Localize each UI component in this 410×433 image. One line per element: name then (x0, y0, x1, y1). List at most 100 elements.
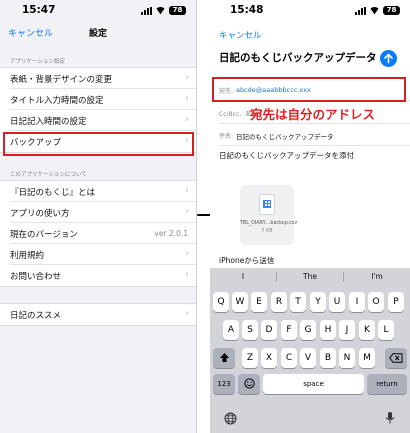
settings-item-label: お問い合わせ (10, 272, 62, 282)
backup-highlight-box (3, 132, 194, 156)
settings-item-label: 利用規約 (10, 251, 45, 261)
key-l[interactable]: L (378, 320, 394, 340)
subject-input[interactable]: 日記のもくじバックアップデータ (236, 131, 334, 141)
key-y[interactable]: Y (310, 292, 326, 312)
key-w[interactable]: W (232, 292, 248, 312)
suggestion-3[interactable]: I'm (344, 272, 410, 281)
settings-item-label: 現在のバージョン (10, 230, 78, 240)
chevron-right-icon: › (185, 93, 189, 104)
key-h[interactable]: H (320, 320, 336, 340)
emoji-key[interactable] (238, 374, 260, 394)
suggestion-1[interactable]: I (210, 272, 276, 281)
status-time: 15:47 (22, 4, 56, 16)
key-m[interactable]: M (359, 348, 375, 368)
delete-key[interactable] (385, 348, 407, 368)
settings-item-entry-time[interactable]: 日記記入時間の設定 › (10, 110, 196, 131)
shift-icon (219, 353, 229, 362)
key-q[interactable]: Q (213, 292, 229, 312)
keyboard-bottom-bar (210, 404, 410, 433)
battery-icon: 78 (169, 6, 186, 15)
send-button[interactable] (380, 50, 397, 67)
settings-item-contact[interactable]: お問い合わせ › (10, 265, 196, 286)
settings-item-cover-design[interactable]: 表紙・背景デザインの変更 › (10, 68, 196, 89)
key-p[interactable]: P (388, 292, 404, 312)
key-f[interactable]: F (281, 320, 297, 340)
key-x[interactable]: X (261, 348, 277, 368)
settings-item-label: 日記記入時間の設定 (10, 117, 87, 127)
wifi-icon (155, 7, 166, 15)
signal-icon (141, 6, 152, 15)
keyboard: I The I'm Q W E R T Y U I O P A S D F G … (210, 268, 410, 433)
settings-nav-bar: キャンセル 設定 (0, 22, 196, 44)
settings-item-label: 『日記のもくじ』とは (10, 188, 96, 198)
key-s[interactable]: S (242, 320, 258, 340)
to-field-highlight-box (212, 77, 406, 102)
status-icons: 78 (141, 6, 186, 15)
key-u[interactable]: U (329, 292, 345, 312)
settings-screen: 15:47 78 キャンセル 設定 アプリケーション設定 表紙・背景デザインの変… (0, 0, 197, 433)
key-b[interactable]: B (320, 348, 336, 368)
shift-key[interactable] (213, 348, 235, 368)
mail-cancel-button[interactable]: キャンセル (219, 29, 262, 41)
attachment-size: 7 KB (261, 229, 273, 234)
battery-icon: 78 (383, 6, 400, 15)
key-a[interactable]: A (223, 320, 239, 340)
signal-icon (355, 6, 366, 15)
key-n[interactable]: N (339, 348, 355, 368)
settings-item-label: 日記のススメ (10, 311, 62, 321)
wifi-icon (369, 7, 380, 15)
chevron-right-icon: › (185, 114, 189, 125)
key-z[interactable]: Z (242, 348, 258, 368)
key-j[interactable]: J (339, 320, 355, 340)
key-d[interactable]: D (261, 320, 277, 340)
status-time: 15:48 (230, 4, 264, 16)
backspace-icon (389, 353, 403, 363)
key-g[interactable]: G (300, 320, 316, 340)
mail-compose-screen: 15:48 78 キャンセル 日記のもくじバックアップデータ 宛先: abcde… (210, 0, 410, 433)
key-o[interactable]: O (368, 292, 384, 312)
settings-item-label: タイトル入力時間の設定 (10, 96, 104, 106)
chevron-right-icon: › (185, 308, 189, 319)
recommend-group: 日記のススメ › (0, 303, 196, 326)
space-key[interactable]: space (263, 374, 364, 394)
suggestion-2[interactable]: The (277, 272, 343, 281)
chevron-right-icon: › (185, 269, 189, 280)
key-t[interactable]: T (290, 292, 306, 312)
mail-body-text[interactable]: 日記のもくじバックアップデータを添付 (219, 150, 354, 161)
settings-item-version: 現在のバージョン ver 2.0.1 (10, 223, 196, 244)
settings-item-how-to-use[interactable]: アプリの使い方 › (10, 202, 196, 223)
return-key[interactable]: return (367, 374, 407, 394)
settings-item-label: 表紙・背景デザインの変更 (10, 75, 113, 85)
settings-item-label: アプリの使い方 (10, 209, 70, 219)
globe-icon[interactable] (224, 412, 237, 425)
key-c[interactable]: C (281, 348, 297, 368)
microphone-icon[interactable] (385, 411, 395, 425)
settings-item-title-time[interactable]: タイトル入力時間の設定 › (10, 89, 196, 110)
key-e[interactable]: E (251, 292, 267, 312)
settings-item-about-app[interactable]: 『日記のもくじ』とは › (10, 181, 196, 202)
subject-label: 件名: (219, 133, 234, 140)
chevron-right-icon: › (185, 72, 189, 83)
emoji-icon (243, 378, 255, 389)
numbers-key[interactable]: 123 (213, 374, 235, 394)
key-k[interactable]: K (359, 320, 375, 340)
key-v[interactable]: V (300, 348, 316, 368)
annotation-text: 宛先は自分のアドレス (250, 107, 376, 122)
settings-item-terms[interactable]: 利用規約 › (10, 244, 196, 265)
section-header-app-settings: アプリケーション設定 (10, 59, 65, 65)
tutorial-screenshot: 15:47 78 キャンセル 設定 アプリケーション設定 表紙・背景デザインの変… (0, 0, 410, 433)
status-bar: 15:48 78 (210, 0, 410, 22)
attachment-thumbnail[interactable]: TBL_DIARY…backup.csv 7 KB (240, 185, 298, 245)
key-i[interactable]: I (349, 292, 365, 312)
mail-title: 日記のもくじバックアップデータ (219, 52, 377, 64)
mail-signature: iPhoneから送信 (219, 256, 275, 265)
about-group: 『日記のもくじ』とは › アプリの使い方 › 現在のバージョン ver 2.0.… (0, 180, 196, 287)
attachment-filename: TBL_DIARY…backup.csv (240, 221, 298, 226)
chevron-right-icon: › (185, 185, 189, 196)
key-r[interactable]: R (271, 292, 287, 312)
page-title: 設定 (88, 29, 107, 39)
chevron-right-icon: › (185, 248, 189, 259)
subject-field[interactable]: 件名: 日記のもくじバックアップデータ (219, 124, 410, 146)
settings-item-recommend[interactable]: 日記のススメ › (10, 304, 196, 325)
arrow-up-icon (384, 53, 393, 64)
